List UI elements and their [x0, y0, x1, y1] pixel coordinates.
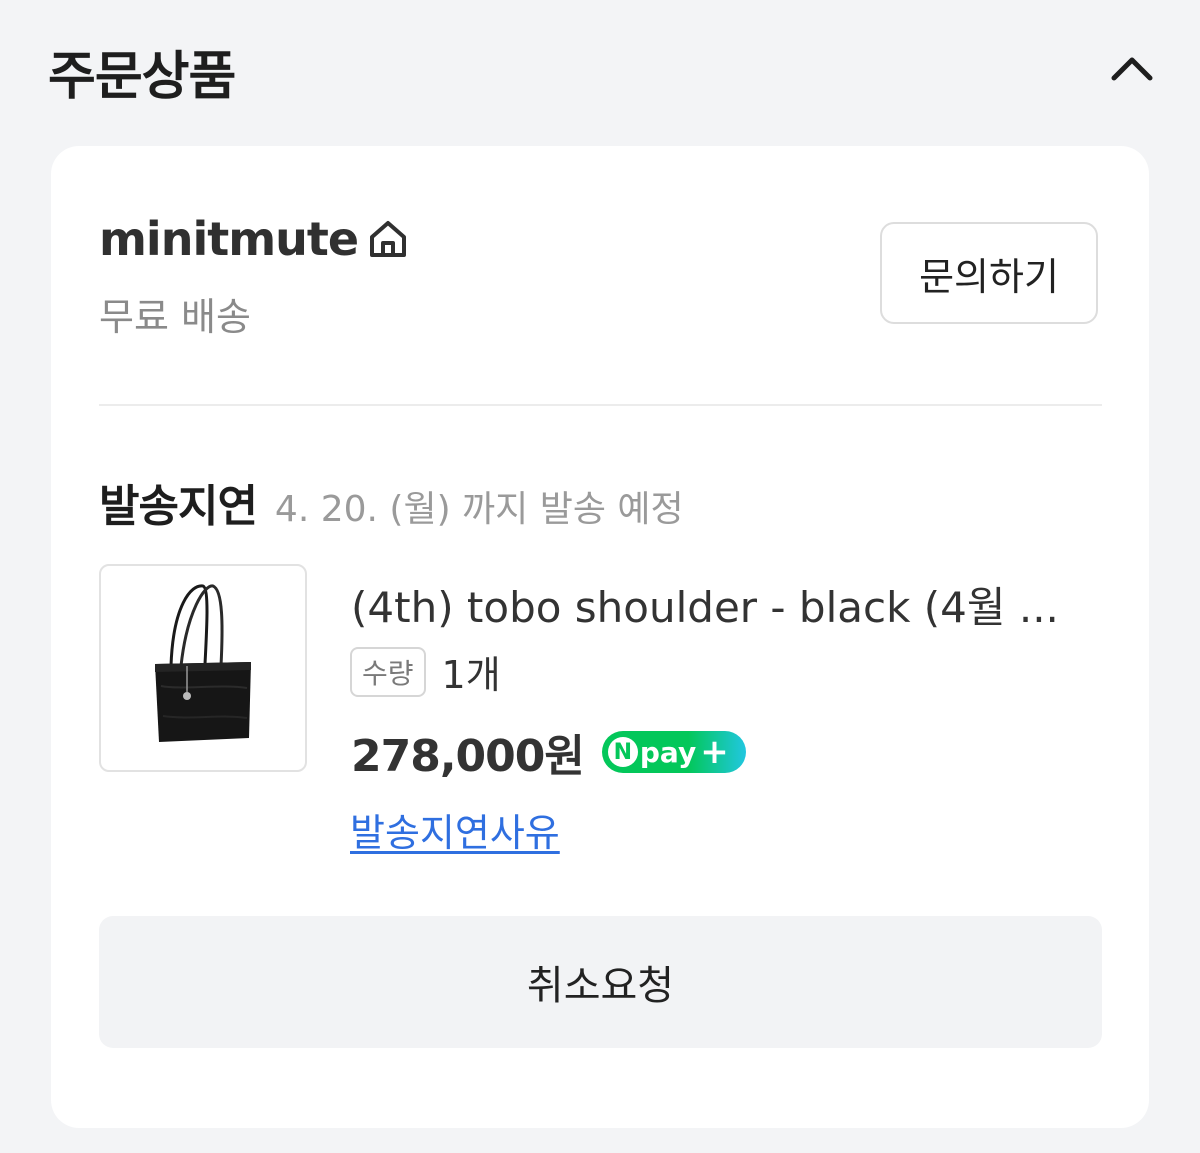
home-icon: [370, 221, 407, 257]
delivery-status-row: 발송지연 4. 20. (월) 까지 발송 예정: [99, 470, 684, 534]
delay-reason-link[interactable]: 발송지연사유: [350, 802, 560, 857]
npay-n-icon: N: [607, 737, 638, 767]
tote-bag-image: [155, 584, 251, 742]
order-card: minitmute 무료 배송 문의하기 발송지연 4. 20. (월) 까지 …: [51, 146, 1149, 1128]
npay-plus-icon: +: [700, 732, 729, 772]
npay-text: pay: [639, 735, 697, 769]
delivery-status: 발송지연: [99, 481, 258, 532]
cancel-request-button[interactable]: 취소요청: [99, 916, 1102, 1048]
quantity-row: 수량 1개: [350, 644, 501, 699]
expected-ship-date: 4. 20. (월) 까지 발송 예정: [274, 489, 684, 530]
inquiry-button[interactable]: 문의하기: [880, 222, 1098, 324]
seller-link[interactable]: minitmute: [99, 212, 410, 266]
quantity-badge: 수량: [350, 646, 426, 697]
npay-plus-badge: N pay +: [601, 731, 746, 773]
price: 278,000원: [351, 731, 585, 782]
shipping-fee: 무료 배송: [99, 295, 251, 339]
collapse-button[interactable]: [1106, 44, 1158, 96]
quantity-value: 1개: [441, 653, 501, 697]
product-name[interactable]: (4th) tobo shoulder - black (4월 ...: [351, 574, 1081, 635]
price-row: 278,000원 N pay +: [351, 720, 746, 784]
section-header: 주문상품: [48, 30, 1158, 110]
section-title: 주문상품: [48, 47, 236, 107]
divider: [99, 404, 1102, 406]
seller-name: minitmute: [99, 212, 359, 266]
chevron-up-icon: [1111, 57, 1153, 81]
product-thumbnail[interactable]: [99, 564, 307, 772]
